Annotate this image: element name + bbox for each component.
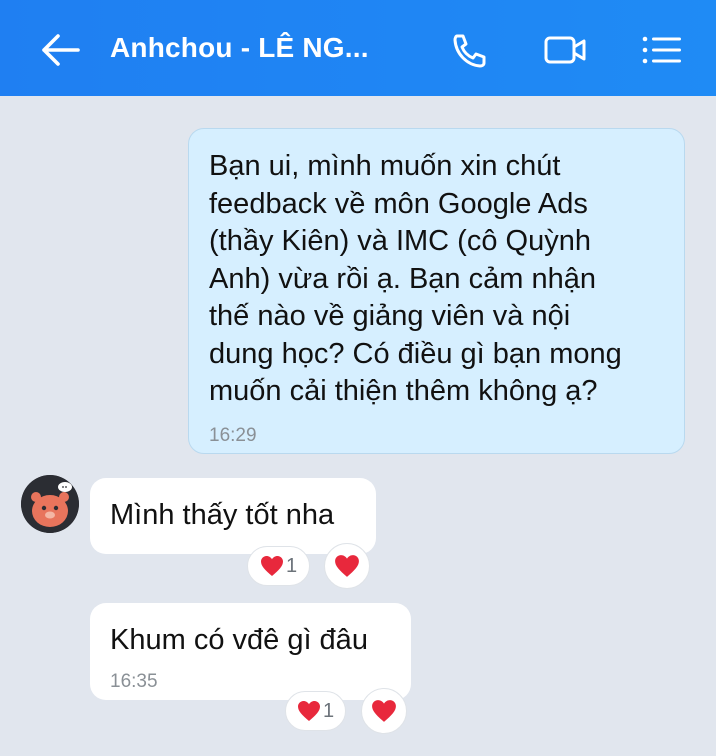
reaction-count-badge[interactable]: 1	[285, 691, 346, 731]
heart-icon	[297, 701, 320, 721]
message-line: thế nào về giảng viên và nội	[209, 300, 571, 332]
phone-icon[interactable]	[447, 30, 491, 70]
reaction-count-badge[interactable]: 1	[247, 546, 310, 586]
heart-icon	[260, 556, 283, 576]
bear-avatar-icon	[21, 475, 79, 533]
heart-icon	[335, 555, 359, 577]
message-timestamp: 16:35	[110, 671, 158, 692]
chat-header: Anhchou - LÊ NG...	[0, 0, 716, 96]
message-timestamp: 16:29	[209, 425, 257, 446]
reaction-count: 1	[322, 699, 335, 722]
message-text: Mình thấy tốt nha	[110, 499, 335, 531]
outgoing-message-bubble[interactable]: Bạn ui, mình muốn xin chút feedback về m…	[188, 128, 685, 454]
message-line: Anh) vừa rồi ạ. Bạn cảm nhận	[209, 262, 596, 295]
message-line: Bạn ui, mình muốn xin chút	[209, 150, 561, 182]
chat-title[interactable]: Anhchou - LÊ NG...	[110, 32, 369, 64]
incoming-message-bubble[interactable]: Khum có vđê gì đâu 16:35	[90, 603, 411, 700]
back-arrow-icon[interactable]	[36, 28, 84, 72]
message-text: Khum có vđê gì đâu	[110, 624, 368, 656]
menu-icon[interactable]	[640, 30, 684, 70]
message-line: dung học? Có điều gì bạn mong	[209, 337, 622, 370]
video-call-icon[interactable]	[543, 30, 587, 70]
react-heart-button[interactable]	[324, 543, 370, 589]
message-line: muốn cải thiện thêm không ạ?	[209, 375, 598, 407]
reaction-count: 1	[285, 554, 298, 577]
react-heart-button[interactable]	[361, 688, 407, 734]
message-line: (thầy Kiên) và IMC (cô Quỳnh	[209, 225, 591, 257]
contact-avatar[interactable]	[21, 475, 79, 533]
incoming-message-bubble[interactable]: Mình thấy tốt nha	[90, 478, 376, 554]
heart-icon	[372, 700, 396, 722]
message-line: feedback về môn Google Ads	[209, 187, 588, 220]
